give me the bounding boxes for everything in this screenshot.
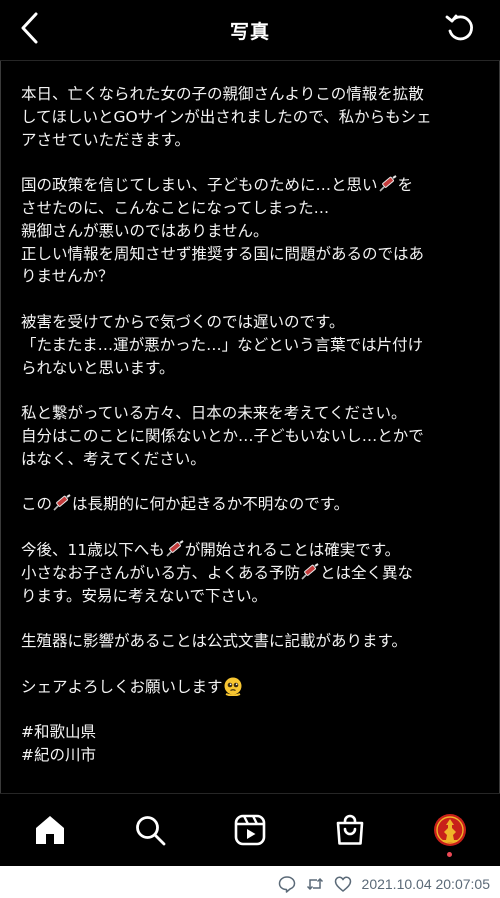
text-line: 生殖器に影響があることは公式文書に記載があります。 [21,632,407,651]
text-run: は長期的に何か起きるか不明なのです。 [72,495,350,514]
text-line: アさせていただきます。 [21,130,190,149]
text-line: 「たまたま…運が悪かった…」などという言葉では片付け [21,335,424,354]
paragraph: この は長期的に何か起きるか不明なのです。 [21,493,483,516]
home-icon [36,816,64,844]
text-line: してほしいとGOサインが出されましたので、私からもシェ [21,107,432,126]
syringe-icon [166,540,184,557]
tab-search[interactable] [120,800,180,860]
top-bar: 写真 [0,0,500,60]
hashtag-link[interactable]: #和歌山県 [21,721,483,744]
profile-avatar-icon [434,814,466,846]
pleading-face-icon [224,677,242,696]
search-icon [136,816,166,846]
text-run: を [397,176,414,195]
tweet-timestamp: 2021.10.04 20:07:05 [361,876,490,892]
text-line: 私と繋がっている方々、日本の未来を考えてください。 [21,404,407,423]
paragraph: 被害を受けてからで気づくのでは遅いのです。 「たまたま…運が悪かった…」などとい… [21,311,483,379]
tab-home[interactable] [20,800,80,860]
syringe-icon [53,494,71,511]
text-line: 親御さんが悪いのではありません。 [21,221,269,240]
text-line: 正しい情報を周知させず推奨する国に問題があるのではあ [21,244,425,263]
tab-shop[interactable] [320,800,380,860]
tab-profile[interactable] [420,800,480,860]
syringe-icon [301,562,319,580]
page-title: 写真 [229,20,270,43]
reels-icon [234,814,266,846]
tweet-footer: 2021.10.04 20:07:05 [278,874,490,894]
retweet-icon[interactable] [306,875,324,893]
text-line: 今後、11歳以下へも が開始されることは確実です。 [21,539,483,562]
bottom-tab-bar [0,794,500,866]
text-line: 国の政策を信じてしまい、子どものために…と思いを [21,174,483,197]
paragraph: シェアよろしくお願いします [21,676,483,699]
text-run: この [21,495,53,514]
text-line: りませんか？ [21,267,114,286]
text-run: 小さなお子さんがいる方、よくある予防 [21,563,301,582]
tab-reels[interactable] [220,800,280,860]
instagram-post-screen: 写真 本日、亡くなられた女の子の親御さんよりこの情報を拡散 してほしいとGOサイ… [0,0,500,866]
like-icon[interactable] [334,875,352,893]
syringe-icon [378,175,397,192]
text-run: シェアよろしくお願いします [21,677,223,696]
back-button[interactable] [12,8,48,48]
text-run: が開始されることは確実です。 [184,540,401,559]
paragraph: 本日、亡くなられた女の子の親御さんよりこの情報を拡散 してほしいとGOサインが出… [21,83,483,151]
paragraph: 今後、11歳以下へも が開始されることは確実です。 小さなお子さんがいる方、よくあ… [21,539,483,607]
reply-icon[interactable] [278,875,296,893]
text-line: 小さなお子さんがいる方、よくある予防 とは全く異な [21,562,483,585]
shop-icon [336,814,364,845]
text-run: 国の政策を信じてしまい、子どものために…と思い [21,176,378,195]
paragraph: 国の政策を信じてしまい、子どものために…と思いを させたのに、こんなことになって… [21,174,483,288]
text-line: シェアよろしくお願いします [21,676,483,699]
chevron-left-icon [21,12,38,44]
hashtag-link[interactable]: #紀の川市 [21,744,483,767]
refresh-button[interactable] [442,10,478,46]
text-run: 今後、11歳以下へも [21,540,165,559]
hashtag-block: #和歌山県 #紀の川市 [21,721,483,767]
text-line: られないと思います。 [21,358,175,377]
refresh-icon [445,14,473,41]
text-line: ります。安易に考えないで下さい。 [21,586,267,605]
text-line: 被害を受けてからで気づくのでは遅いのです。 [21,312,345,331]
text-line: はなく、考えてください。 [21,449,206,468]
notification-dot [447,852,452,857]
text-line: この は長期的に何か起きるか不明なのです。 [21,493,483,516]
text-line: 自分はこのことに関係ないとか…子どもいないし…とかで [21,426,424,445]
post-caption: 本日、亡くなられた女の子の親御さんよりこの情報を拡散 してほしいとGOサインが出… [21,83,483,767]
paragraph: 生殖器に影響があることは公式文書に記載があります。 [21,630,483,653]
text-run: とは全く異な [320,563,414,582]
text-line: 本日、亡くなられた女の子の親御さんよりこの情報を拡散 [21,85,424,103]
paragraph: 私と繋がっている方々、日本の未来を考えてください。 自分はこのことに関係ないとか… [21,402,483,470]
text-line: させたのに、こんなことになってしまった… [21,198,330,217]
